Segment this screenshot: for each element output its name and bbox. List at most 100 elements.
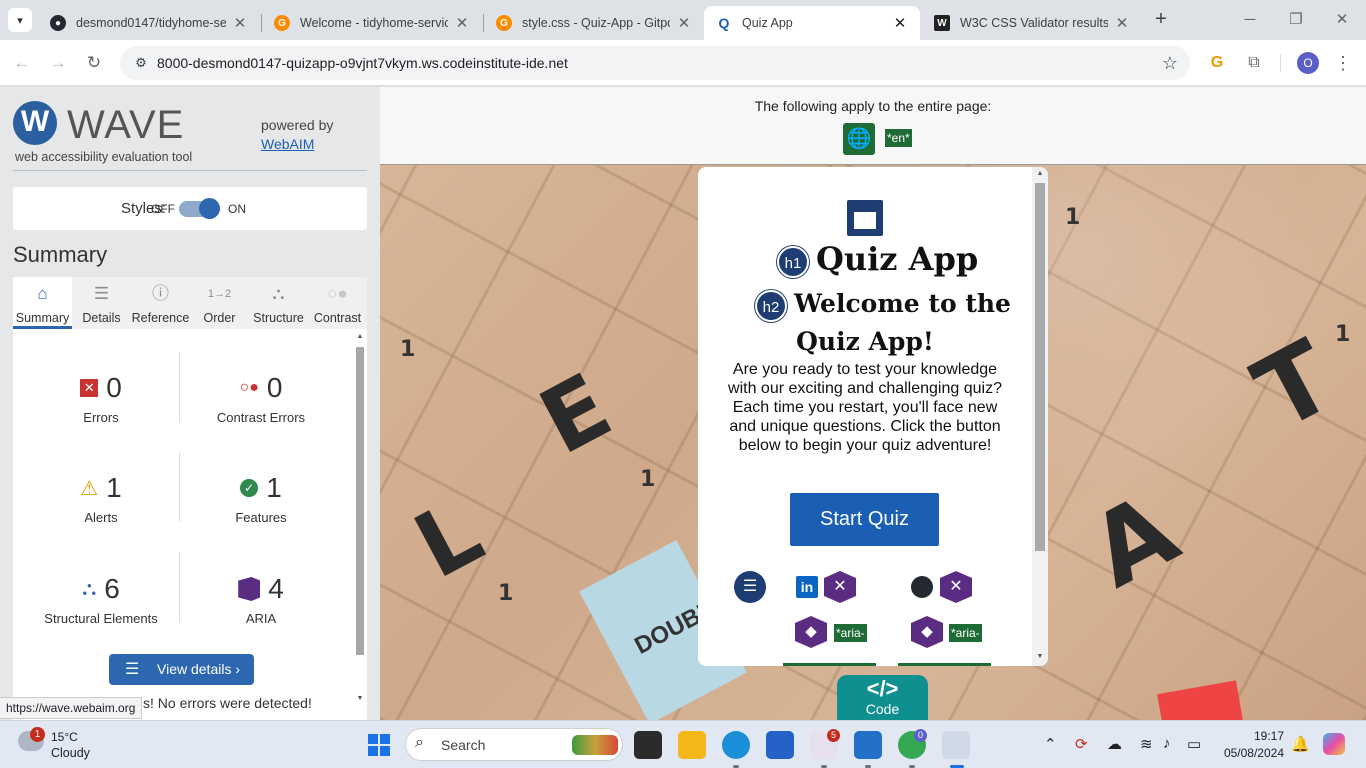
view-details-label: View details › — [157, 661, 241, 677]
tab-structure[interactable]: ⛬ Structure — [249, 277, 308, 329]
styles-on-label: ON — [228, 202, 246, 216]
info-icon: ⓘ — [152, 284, 169, 303]
close-window-button[interactable]: ✕ — [1320, 6, 1364, 34]
close-tab-icon[interactable]: ✕ — [892, 14, 908, 32]
reload-button[interactable]: ↻ — [81, 50, 107, 76]
show-hidden-icons-chevron[interactable]: ⌃ — [1044, 735, 1057, 753]
extensions-puzzle-icon[interactable]: ⧉ — [1243, 52, 1265, 74]
scroll-thumb[interactable] — [356, 347, 364, 655]
tab-summary[interactable]: ⌂ Summary — [13, 277, 72, 329]
globe-language-icon[interactable]: 🌐 — [843, 123, 875, 155]
snipping-tool-icon[interactable] — [942, 731, 970, 759]
address-bar[interactable]: ⚙ 8000-desmond0147-quizapp-o9vjnt7vkym.w… — [120, 46, 1190, 80]
summary-scrollbar[interactable]: ▲ ▼ — [355, 333, 365, 705]
webaim-link[interactable]: WebAIM — [261, 136, 314, 152]
github-icon[interactable] — [911, 576, 933, 598]
chrome-badge: 0 — [914, 729, 927, 742]
quiz-description: Are you ready to test your knowledge wit… — [728, 361, 1002, 454]
cloud-off-icon[interactable]: ☁ — [1107, 735, 1122, 753]
alerts-stat[interactable]: ⚠ 1 Alerts — [16, 472, 186, 525]
gitpod-icon: G — [496, 15, 512, 31]
aria-stat[interactable]: 4 ARIA — [176, 573, 346, 626]
tab-welcome-tidyhome[interactable]: G Welcome - tidyhome-service ✕ — [262, 6, 482, 40]
h2-icon[interactable]: h2 — [755, 290, 787, 322]
aria-label-tag-icon[interactable]: ◆ — [911, 616, 943, 648]
battery-icon[interactable]: ▭ — [1187, 735, 1201, 753]
features-stat[interactable]: ✓ 1 Features — [176, 472, 346, 525]
tab-search-menu-button[interactable]: ▾ — [8, 8, 32, 32]
clock-date[interactable]: 05/08/2024 — [1218, 746, 1284, 760]
scroll-thumb[interactable] — [1035, 183, 1045, 551]
aria-label-tag-icon[interactable]: ◆ — [795, 616, 827, 648]
edge-icon[interactable] — [722, 731, 750, 759]
bookmark-star-icon[interactable]: ☆ — [1162, 53, 1178, 74]
view-details-button[interactable]: ☰ View details › — [109, 654, 254, 685]
language-tag[interactable]: *en* — [885, 129, 912, 147]
store-icon[interactable] — [766, 731, 794, 759]
profile-avatar[interactable]: O — [1297, 52, 1319, 74]
search-highlight-image — [572, 735, 618, 755]
more-menu-icon[interactable]: ⋮ — [1332, 52, 1354, 74]
file-explorer-icon[interactable] — [678, 731, 706, 759]
styles-toggle-knob[interactable] — [199, 198, 220, 219]
taskbar-search-box[interactable]: ⌕ Search — [405, 728, 623, 761]
tab-reference[interactable]: ⓘ Reference — [131, 277, 190, 329]
start-quiz-button[interactable]: Start Quiz — [790, 493, 939, 546]
clock-time[interactable]: 19:17 — [1228, 729, 1284, 743]
tab-contrast[interactable]: ○● Contrast — [308, 277, 367, 329]
tab-github[interactable]: ● desmond0147/tidyhome-se ✕ — [38, 6, 260, 40]
aria-attribute-tag[interactable]: *aria- — [949, 624, 982, 642]
tab-style-css[interactable]: G style.css - Quiz-App - Gitpod ✕ — [484, 6, 704, 40]
tab-quiz-app[interactable]: Q Quiz App ✕ — [704, 6, 920, 40]
wave-tab-bar: ⌂ Summary ☰ Details ⓘ Reference 1→2 Orde… — [13, 277, 367, 329]
aria-attribute-tag[interactable]: *aria- — [834, 624, 867, 642]
scroll-up-arrow[interactable]: ▲ — [1032, 170, 1048, 177]
wave-logo-icon: W — [13, 101, 57, 145]
new-tab-button[interactable]: + — [1150, 8, 1172, 32]
list-region-icon[interactable]: ☰ — [734, 571, 766, 603]
minimize-button[interactable]: ─ — [1228, 6, 1272, 34]
sync-icon[interactable]: ⟳ — [1075, 735, 1088, 753]
task-view-icon[interactable] — [634, 731, 662, 759]
url-text[interactable]: 8000-desmond0147-quizapp-o9vjnt7vkym.ws.… — [157, 55, 568, 71]
close-tab-icon[interactable]: ✕ — [676, 14, 692, 32]
wifi-icon[interactable]: ≋ — [1140, 735, 1153, 753]
structural-elements-stat[interactable]: ⛬ 6 Structural Elements — [16, 573, 186, 626]
forward-button[interactable]: → — [45, 50, 71, 76]
weather-temperature[interactable]: 15°C — [51, 730, 78, 744]
aria-hidden-icon[interactable]: ✕ — [824, 571, 856, 603]
notepad-icon[interactable] — [854, 731, 882, 759]
copilot-icon[interactable] — [1323, 733, 1345, 755]
extension-g-icon[interactable]: G — [1206, 52, 1228, 74]
close-tab-icon[interactable]: ✕ — [1114, 14, 1130, 32]
wave-code-toggle[interactable]: </> Code — [837, 675, 928, 720]
windows-start-icon[interactable] — [368, 734, 390, 756]
contrast-errors-stat[interactable]: ○● 0 Contrast Errors — [176, 372, 346, 425]
scroll-down-arrow[interactable]: ▼ — [355, 695, 365, 702]
site-info-icon[interactable]: ⚙ — [132, 54, 150, 72]
h1-icon[interactable]: h1 — [777, 246, 809, 278]
restore-button[interactable]: ❐ — [1274, 6, 1318, 34]
back-button[interactable]: ← — [9, 50, 35, 76]
tab-w3c-validator[interactable]: W W3C CSS Validator results fo ✕ — [922, 6, 1142, 40]
notification-bell-icon[interactable]: 🔔 — [1291, 735, 1310, 753]
quiz-card: h1 Quiz App h2 Welcome to the Quiz App! … — [698, 167, 1048, 666]
powered-by-label: powered by — [261, 117, 334, 133]
quiz-scrollbar[interactable]: ▲ ▼ — [1032, 167, 1048, 666]
features-label: Features — [235, 510, 287, 525]
html5-region-icon[interactable] — [847, 200, 883, 236]
scroll-up-arrow[interactable]: ▲ — [355, 333, 365, 340]
linkedin-icon[interactable]: in — [796, 576, 818, 598]
scroll-down-arrow[interactable]: ▼ — [1032, 653, 1048, 660]
close-tab-icon[interactable]: ✕ — [454, 14, 470, 32]
aria-hidden-icon[interactable]: ✕ — [940, 571, 972, 603]
tab-order[interactable]: 1→2 Order — [190, 277, 249, 329]
tab-details[interactable]: ☰ Details — [72, 277, 131, 329]
volume-icon[interactable]: ♪ — [1163, 735, 1171, 752]
tab-label: Details — [82, 311, 121, 325]
quiz-title: Quiz App — [816, 240, 979, 278]
summary-panel: ✕ 0 Errors ○● 0 Contrast Errors ⚠ 1 Alerts … — [13, 329, 367, 720]
weather-condition[interactable]: Cloudy — [51, 746, 90, 760]
close-tab-icon[interactable]: ✕ — [232, 14, 248, 32]
errors-stat[interactable]: ✕ 0 Errors — [16, 372, 186, 425]
